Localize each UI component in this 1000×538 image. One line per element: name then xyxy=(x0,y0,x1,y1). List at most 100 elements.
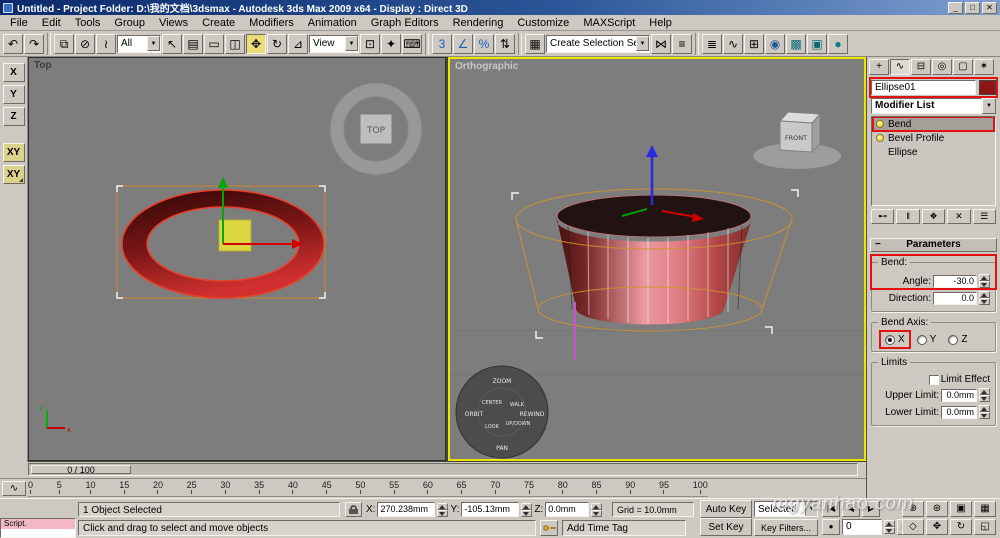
chevron-down-icon[interactable]: ▼ xyxy=(636,36,649,51)
rectangular-selection-region-icon[interactable]: ▭ xyxy=(204,33,224,54)
key-mode-dropdown[interactable]: Selected ▼ xyxy=(754,501,818,517)
modifier-list-dropdown[interactable]: Modifier List ▼ xyxy=(871,98,996,114)
timeline-tick-20[interactable]: 20 xyxy=(153,480,163,496)
timeline-tick-80[interactable]: 80 xyxy=(558,480,568,496)
viewcube[interactable]: FRONT xyxy=(753,111,841,169)
steering-wheel[interactable]: ZOOM ORBIT PAN REWIND CENTER WALK LOOK U… xyxy=(455,365,549,459)
bind-to-space-warp-icon[interactable]: ≀ xyxy=(96,33,116,54)
chevron-down-icon[interactable]: ▼ xyxy=(147,36,160,51)
viewport-orthographic-label[interactable]: Orthographic xyxy=(455,61,518,72)
field-of-view-icon[interactable]: ◇ xyxy=(902,519,924,535)
key-mode-toggle-icon[interactable]: ● xyxy=(822,519,840,535)
tab-utilities[interactable]: ✶ xyxy=(974,59,994,75)
viewport-top-label[interactable]: Top xyxy=(34,60,52,71)
chevron-down-icon[interactable]: ▼ xyxy=(982,98,996,114)
modifier-stack-item-bevel-profile[interactable]: Bevel Profile xyxy=(872,131,995,145)
mirror-icon[interactable]: ⋈ xyxy=(651,33,671,54)
object-color-swatch[interactable] xyxy=(979,80,996,95)
redo-icon[interactable]: ↷ xyxy=(24,33,44,54)
menu-tools[interactable]: Tools xyxy=(68,16,108,30)
viewcube-front-label[interactable]: FRONT xyxy=(785,134,807,142)
remove-modifier-button[interactable]: ✕ xyxy=(947,209,971,224)
add-time-tag[interactable]: Add Time Tag xyxy=(562,520,686,536)
unlink-selection-icon[interactable]: ⊘ xyxy=(75,33,95,54)
make-unique-button[interactable]: ❖ xyxy=(921,209,946,224)
menu-views[interactable]: Views xyxy=(152,16,195,30)
bent-ellipse-object[interactable] xyxy=(556,194,752,325)
window-crossing-icon[interactable]: ◫ xyxy=(225,33,245,54)
render-setup-icon[interactable]: ▩ xyxy=(786,33,806,54)
timeline-tick-15[interactable]: 15 xyxy=(119,480,129,496)
select-and-move-icon[interactable]: ✥ xyxy=(246,33,266,54)
z-coordinate-field[interactable]: 0.0mm xyxy=(545,502,590,517)
schematic-view-icon[interactable]: ⊞ xyxy=(744,33,764,54)
wheel-zoom-label[interactable]: ZOOM xyxy=(493,378,512,385)
timeline-ruler[interactable]: 0 5 10 15 20 25 30 35 40 45 50 55 60 65 70 75 80 85 90 95 10… xyxy=(28,480,708,497)
tab-hierarchy[interactable]: ⊟ xyxy=(911,59,931,75)
timeline-tick-95[interactable]: 95 xyxy=(659,480,669,496)
timeline-tick-85[interactable]: 85 xyxy=(591,480,602,496)
bend-axis-y-radio[interactable]: Y xyxy=(916,334,936,345)
minimize-button[interactable]: _ xyxy=(948,1,963,14)
zoom-extents-all-icon[interactable]: ▦ xyxy=(974,501,996,517)
axis-constraint-x[interactable]: X xyxy=(2,63,25,82)
maximize-button[interactable]: □ xyxy=(965,1,980,14)
modifier-visibility-bulb-icon[interactable] xyxy=(876,134,884,142)
x-coordinate-field[interactable]: 270.238mm xyxy=(377,502,436,517)
timeline-tick-45[interactable]: 45 xyxy=(322,480,332,496)
menu-group[interactable]: Group xyxy=(107,16,152,30)
viewcube-top-label[interactable]: TOP xyxy=(366,126,386,136)
mini-curve-editor-button[interactable]: ∿ xyxy=(2,481,26,496)
select-and-rotate-icon[interactable]: ↻ xyxy=(267,33,287,54)
transform-typein-lock-button[interactable] xyxy=(345,502,362,517)
x-spinner[interactable] xyxy=(437,502,449,517)
previous-frame-icon[interactable]: ◀ xyxy=(842,501,860,517)
modifier-stack-item-ellipse[interactable]: Ellipse xyxy=(872,145,995,159)
viewport-top[interactable]: Top TOP x y xyxy=(28,57,446,461)
arc-rotate-icon[interactable]: ↻ xyxy=(950,519,972,535)
wheel-pan-label[interactable]: PAN xyxy=(496,445,508,452)
maximize-viewport-toggle-icon[interactable]: ◱ xyxy=(974,519,996,535)
set-key-button[interactable]: Set Key xyxy=(700,518,752,536)
menu-modifiers[interactable]: Modifiers xyxy=(242,16,301,30)
quick-render-icon[interactable]: ● xyxy=(828,33,848,54)
limit-effect-checkbox[interactable] xyxy=(928,374,939,385)
spinner-snap-icon[interactable]: ⇅ xyxy=(495,33,515,54)
select-and-manipulate-icon[interactable]: ✦ xyxy=(381,33,401,54)
current-frame-field[interactable]: 0 xyxy=(842,519,882,535)
upper-limit-field[interactable]: 0.0mm xyxy=(941,388,977,402)
select-object-icon[interactable]: ↖ xyxy=(162,33,182,54)
select-and-scale-icon[interactable]: ⊿ xyxy=(288,33,308,54)
play-animation-icon[interactable]: ▶ xyxy=(862,501,880,517)
undo-icon[interactable]: ↶ xyxy=(3,33,23,54)
axis-constraint-z[interactable]: Z xyxy=(2,107,25,126)
configure-modifier-sets-button[interactable]: ☰ xyxy=(972,209,997,224)
bend-axis-z-radio[interactable]: Z xyxy=(948,334,967,345)
close-button[interactable]: ✕ xyxy=(982,1,997,14)
show-end-result-button[interactable]: ‖ xyxy=(896,209,920,224)
menu-customize[interactable]: Customize xyxy=(510,16,576,30)
lower-limit-field[interactable]: 0.0mm xyxy=(941,405,977,419)
menu-animation[interactable]: Animation xyxy=(301,16,364,30)
material-editor-icon[interactable]: ◉ xyxy=(765,33,785,54)
frame-spinner[interactable] xyxy=(884,520,895,534)
wheel-walk-label[interactable]: WALK xyxy=(510,402,525,408)
maxscript-mini-listener[interactable]: Script. xyxy=(0,518,76,538)
selection-filter-dropdown[interactable]: All ▼ xyxy=(117,34,161,53)
zoom-icon[interactable]: ⊕ xyxy=(902,501,924,517)
timeline-tick-90[interactable]: 90 xyxy=(625,480,635,496)
bend-axis-x-radio[interactable]: X xyxy=(879,330,911,349)
menu-graph-editors[interactable]: Graph Editors xyxy=(364,16,446,30)
lower-limit-spinner[interactable] xyxy=(979,405,990,419)
rendered-frame-window-icon[interactable]: ▣ xyxy=(807,33,827,54)
tab-display[interactable]: ▢ xyxy=(953,59,973,75)
menu-edit[interactable]: Edit xyxy=(35,16,68,30)
time-slider-handle[interactable]: 0 / 100 xyxy=(31,465,131,475)
pin-stack-button[interactable]: ⊷ xyxy=(871,209,895,224)
go-to-start-icon[interactable]: |◀ xyxy=(822,501,840,517)
viewport-orthographic-canvas[interactable]: ZOOM ORBIT PAN REWIND CENTER WALK LOOK U… xyxy=(450,59,864,459)
timeline-tick-25[interactable]: 25 xyxy=(187,480,197,496)
named-selection-sets-dropdown[interactable]: Create Selection Set ▼ xyxy=(546,34,650,53)
wheel-updown-label[interactable]: UP/DOWN xyxy=(506,421,531,427)
layer-manager-icon[interactable]: ≣ xyxy=(702,33,722,54)
